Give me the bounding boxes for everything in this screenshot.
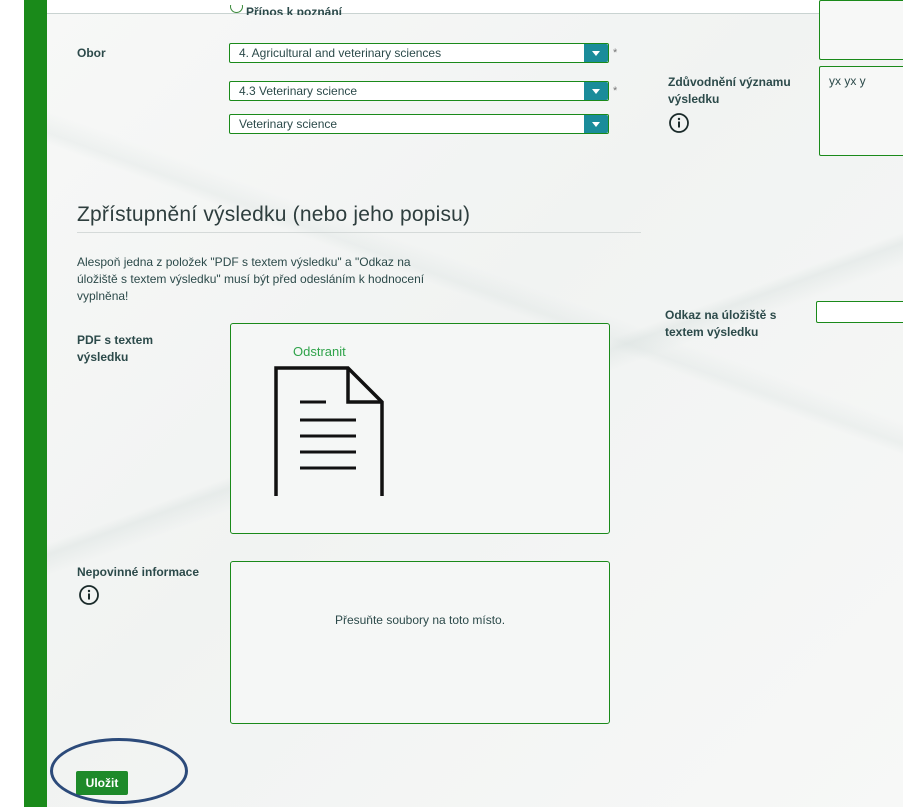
section-title: Zpřístupnění výsledku (nebo jeho popisu) xyxy=(77,203,471,226)
field-label-justification: Zdůvodnění významu výsledku xyxy=(668,74,813,108)
section-divider xyxy=(77,232,641,233)
availability-note: Alespoň jedna z položek "PDF s textem vý… xyxy=(77,254,507,305)
subfield-select-value: 4.3 Veterinary science xyxy=(239,84,358,98)
info-icon[interactable] xyxy=(668,112,690,134)
field-select-value: 4. Agricultural and veterinary sciences xyxy=(239,46,442,60)
field-select[interactable]: 4. Agricultural and veterinary sciences xyxy=(229,43,609,63)
justification-value: yx yx y xyxy=(829,74,866,88)
subfield-select[interactable]: 4.3 Veterinary science xyxy=(229,81,609,101)
repo-label-line1: Odkaz na úložiště s xyxy=(665,308,777,322)
pdf-label-line1: PDF s textem xyxy=(77,333,154,347)
side-accent-stripe xyxy=(24,0,47,807)
chevron-down-icon[interactable] xyxy=(584,115,608,133)
required-mark: * xyxy=(613,47,618,59)
top-divider xyxy=(47,13,903,14)
justification-label-line2: výsledku xyxy=(668,92,720,106)
note-line1: Alespoň jedna z položek "PDF s textem vý… xyxy=(77,255,411,269)
required-mark: * xyxy=(613,85,618,97)
justification-textarea[interactable]: yx yx y xyxy=(819,66,903,156)
radio-circle-icon xyxy=(230,5,243,14)
repo-label-line2: textem výsledku xyxy=(665,325,759,339)
info-icon[interactable] xyxy=(78,584,100,606)
note-line2: úložiště s textem výsledku" musí být pře… xyxy=(77,272,425,286)
detail-select[interactable]: Veterinary science xyxy=(229,114,609,134)
note-line3: vyplněna! xyxy=(77,289,129,303)
dropzone-hint: Přesuňte soubory na toto místo. xyxy=(334,613,506,627)
pdf-label-line2: výsledku xyxy=(77,350,129,364)
highlight-annotation xyxy=(50,738,188,804)
field-label-obor: Obor xyxy=(77,46,106,60)
justification-label-line1: Zdůvodnění významu xyxy=(668,75,791,89)
right-textarea-top[interactable] xyxy=(819,0,903,60)
field-label-optional: Nepovinné informace xyxy=(77,565,200,579)
field-label-repo-link: Odkaz na úložiště s textem výsledku xyxy=(665,307,815,341)
document-icon[interactable] xyxy=(268,362,388,502)
chevron-down-icon[interactable] xyxy=(584,44,608,62)
optional-dropzone[interactable] xyxy=(230,561,610,724)
repo-link-input[interactable] xyxy=(816,301,903,323)
field-label-pdf: PDF s textem výsledku xyxy=(77,332,153,366)
radio-label: Přínos k poznání xyxy=(246,5,343,15)
remove-pdf-link[interactable]: Odstranit xyxy=(293,344,346,359)
detail-select-value: Veterinary science xyxy=(239,117,338,131)
chevron-down-icon[interactable] xyxy=(584,82,608,100)
radio-contribution[interactable]: Přínos k poznání xyxy=(230,5,342,15)
